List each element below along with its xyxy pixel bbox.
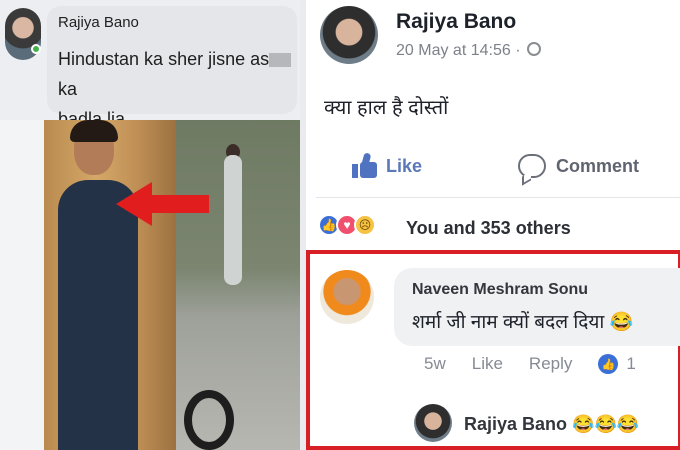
sad-reaction-icon: ☹ [354, 214, 376, 236]
left-screenshot-panel: Rajiya Bano Hindustan ka sher jisne as k… [0, 0, 300, 450]
commenter-avatar[interactable] [320, 270, 374, 324]
reply-author-avatar[interactable] [414, 404, 452, 442]
post-timestamp[interactable]: 20 May at 14:56 · [396, 42, 521, 59]
online-status-icon [31, 44, 41, 54]
reply-author-name[interactable]: Rajiya Bano [464, 414, 567, 434]
like-button[interactable]: Like [352, 150, 422, 182]
post-photo[interactable] [44, 120, 300, 450]
censor-blur [269, 53, 292, 68]
comment-button-label: Comment [556, 155, 640, 176]
right-screenshot-panel: Rajiya Bano 20 May at 14:56 · क्या हाल ह… [300, 0, 680, 450]
post-author-avatar[interactable] [320, 6, 378, 64]
post-meta: 20 May at 14:56 · [396, 42, 541, 60]
comment-reply-link[interactable]: Reply [529, 354, 572, 374]
like-reaction-icon: 👍 [598, 354, 619, 374]
globe-icon [526, 42, 541, 56]
left-post-text-part2: ka [58, 79, 78, 99]
comment-bubble [394, 268, 680, 346]
comment-button[interactable]: Comment [518, 150, 639, 182]
photo-walker [224, 155, 242, 285]
like-button-label: Like [386, 155, 423, 176]
reply: Rajiya Bano 😂😂😂 [464, 414, 639, 435]
comment-like-link[interactable]: Like [472, 354, 503, 374]
reaction-icons[interactable]: 👍 ♥ ☹ [318, 214, 376, 236]
comment-age[interactable]: 5w [424, 354, 446, 374]
comment-like-count-value: 1 [626, 354, 636, 373]
post-author-name[interactable]: Rajiya Bano [396, 10, 516, 34]
comment-meta: 5w Like Reply 👍 1 [424, 354, 636, 374]
reply-emoji: 😂😂😂 [572, 414, 640, 434]
red-arrow-icon [116, 182, 152, 226]
reaction-count[interactable]: You and 353 others [406, 218, 571, 239]
comment-text: शर्मा जी नाम क्यों बदल दिया 😂 [412, 312, 634, 333]
post-text: क्या हाल है दोस्तों [324, 97, 449, 119]
photo-man-hair [70, 120, 118, 142]
left-post-author[interactable]: Rajiya Bano [58, 14, 139, 31]
divider [316, 197, 680, 198]
comment-bubble-icon [518, 154, 546, 178]
commenter-name[interactable]: Naveen Meshram Sonu [412, 281, 588, 299]
red-arrow-shaft [149, 195, 209, 213]
photo-motorbike-wheel [184, 390, 234, 450]
comment-like-count[interactable]: 👍 1 [598, 354, 636, 374]
left-post-text-part1: Hindustan ka sher jisne as [58, 49, 270, 69]
thumbs-up-icon [352, 152, 378, 179]
